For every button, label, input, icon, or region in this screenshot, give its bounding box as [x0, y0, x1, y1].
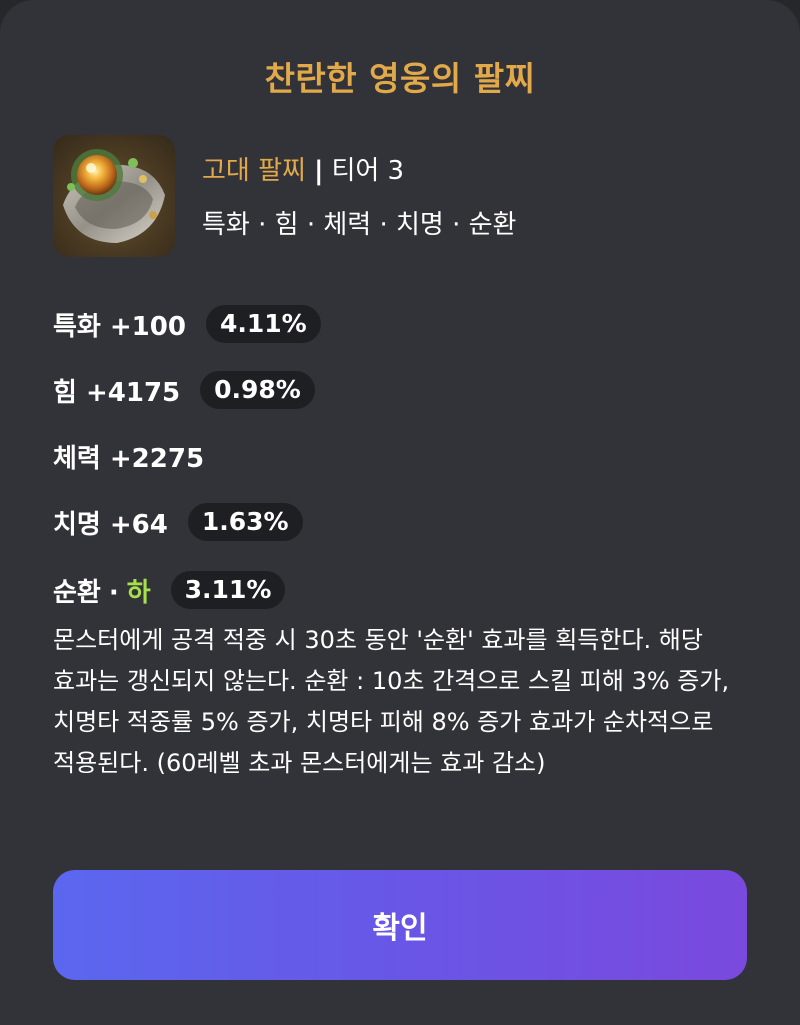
special-effect-description: 몬스터에게 공격 적중 시 30초 동안 '순환' 효과를 획득한다. 해당 효…: [53, 626, 730, 777]
special-effect-row: 순환 · 하 3.11%: [53, 569, 286, 611]
stat-percent-badge: 4.11%: [205, 305, 321, 343]
special-effect-percent-badge: 3.11%: [170, 571, 286, 609]
bracelet-image: [63, 149, 165, 243]
stat-row-strength: 힘 +4175 0.98%: [53, 369, 315, 411]
stat-label: 체력 +2275: [53, 443, 205, 474]
stat-label: 힘 +4175: [53, 377, 181, 408]
stat-row-vitality: 체력 +2275: [53, 435, 204, 477]
confirm-button[interactable]: 확인: [53, 870, 747, 980]
stat-row-specialization: 특화 +100 4.11%: [53, 303, 321, 345]
header-separator: |: [313, 156, 324, 186]
special-effect-label: 순환 · 하: [53, 572, 151, 609]
special-effect-grade: 하: [126, 577, 151, 608]
bracelet-icon: [53, 135, 175, 257]
stat-label: 치명 +64: [53, 509, 168, 540]
item-header: 고대 팔찌 | 티어 3: [202, 150, 404, 187]
modal-title: 찬란한 영웅의 팔찌: [264, 59, 536, 98]
item-detail-modal: 찬란한 영웅의 팔찌 고대 팔찌 | 티어 3 특화 · 힘 · 체력 · 치명…: [0, 0, 800, 1025]
confirm-button-label: 확인: [372, 911, 428, 946]
stat-row-critical: 치명 +64 1.63%: [53, 501, 303, 543]
stat-percent-badge: 1.63%: [187, 503, 303, 541]
item-effects-summary: 특화 · 힘 · 체력 · 치명 · 순환: [202, 210, 517, 240]
special-effect-dot: ·: [108, 577, 119, 608]
special-effect-name: 순환: [53, 577, 101, 608]
stat-percent-badge: 0.98%: [200, 371, 315, 409]
item-tier: 티어 3: [331, 156, 405, 186]
stat-label: 특화 +100: [53, 311, 186, 342]
item-type: 고대 팔찌: [202, 156, 306, 186]
